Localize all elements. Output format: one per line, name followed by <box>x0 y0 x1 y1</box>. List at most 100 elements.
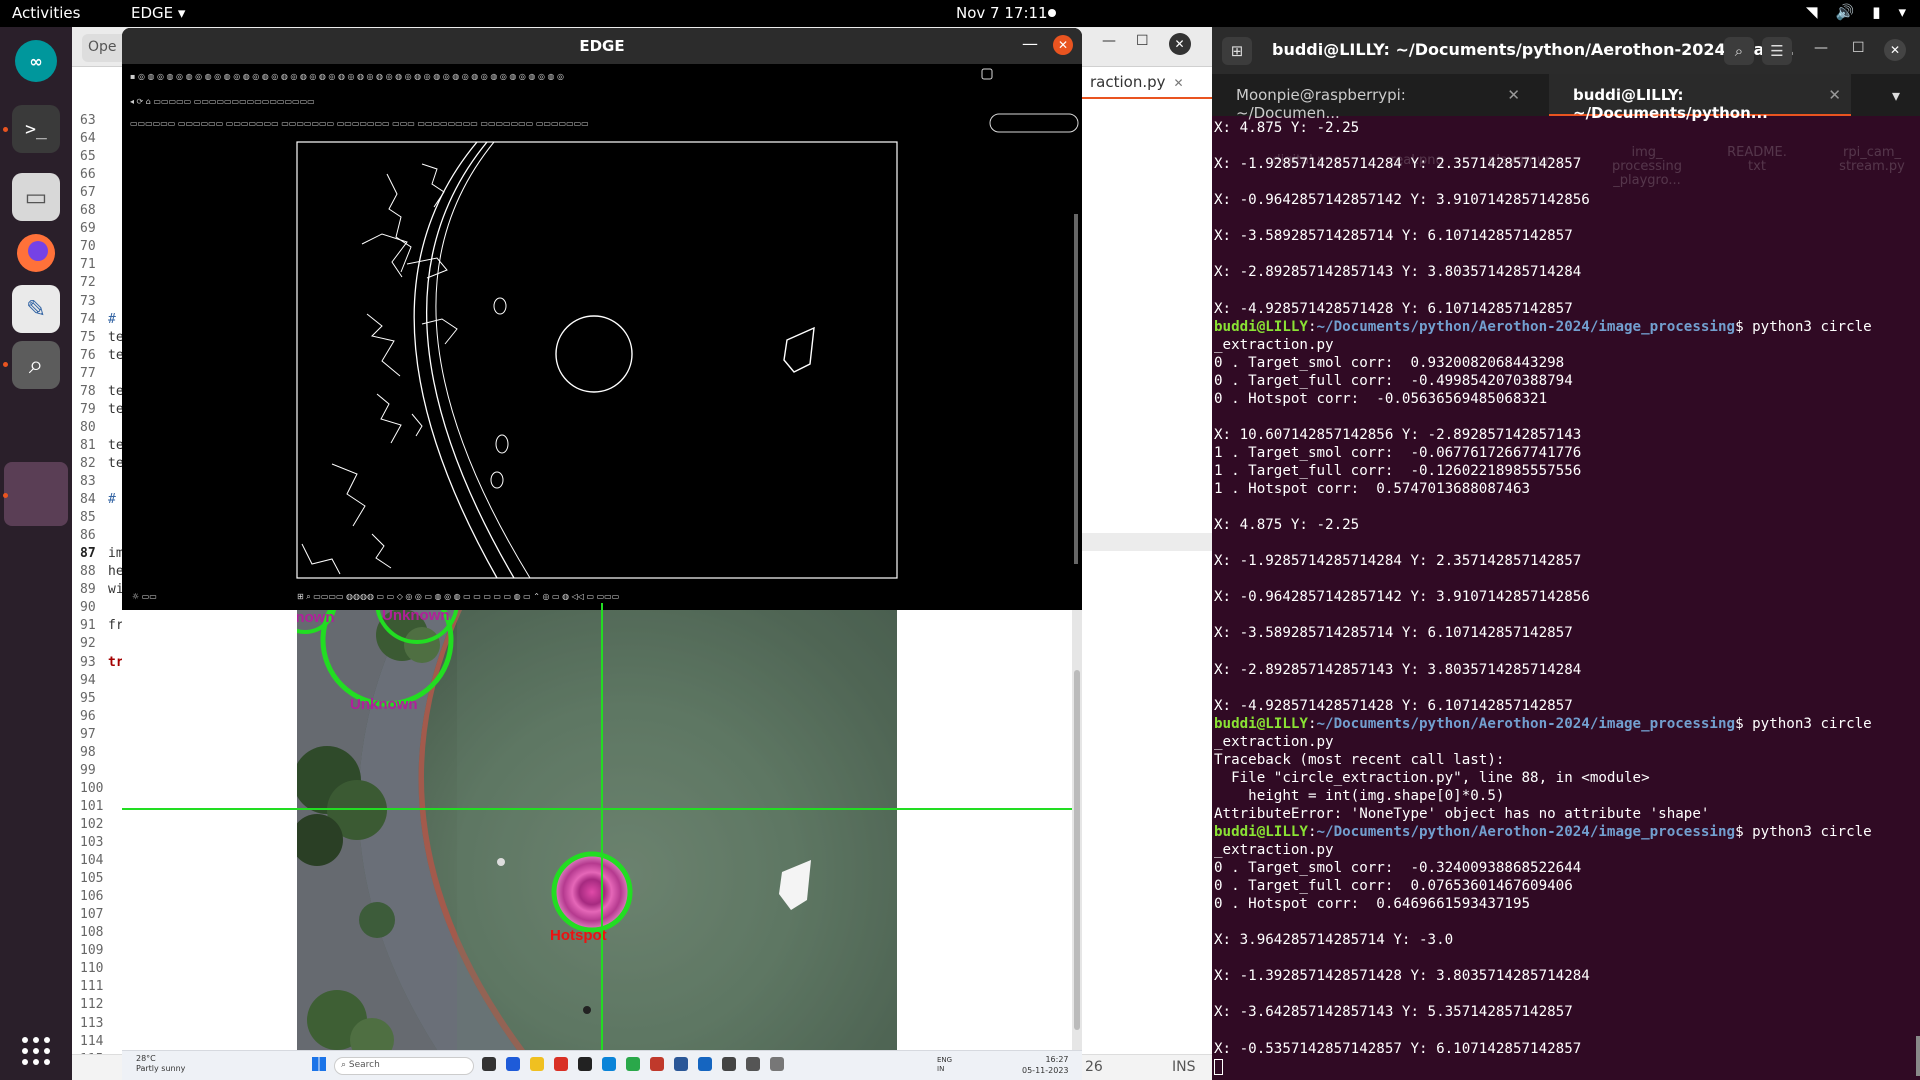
svg-text:▭▭▭▭▭▭ ▭▭▭▭▭▭ ▭▭▭▭▭▭▭ ▭▭▭▭▭: ▭▭▭▭▭▭ ▭▭▭▭▭▭ ▭▭▭▭▭▭▭ ▭▭▭▭▭▭▭ ▭▭▭▭▭▭▭ ▭▭… <box>130 119 589 128</box>
scrollbar-thumb[interactable] <box>1074 670 1080 1030</box>
app-icon[interactable] <box>602 1057 616 1071</box>
volume-icon[interactable]: 🔊 <box>1836 3 1855 21</box>
close-icon[interactable]: ✕ <box>1828 86 1841 104</box>
minimize-button[interactable]: — <box>1102 33 1116 55</box>
app-icon[interactable] <box>530 1057 544 1071</box>
app-icon[interactable] <box>770 1057 784 1071</box>
terminal-window: ⊞ buddi@LILLY: ~/Documents/python/Aeroth… <box>1212 27 1920 1080</box>
arduino-icon[interactable]: ∞ <box>12 37 60 85</box>
terminal-output-line: X: -0.5357142857142857 Y: 6.107142857142… <box>1214 1040 1582 1057</box>
app-icon[interactable] <box>506 1057 520 1071</box>
prompt-command: $ python3 circle <box>1735 715 1872 732</box>
close-button[interactable]: ✕ <box>1053 35 1073 55</box>
feed-scrollbar[interactable] <box>1072 610 1082 1050</box>
window-title: EDGE <box>579 37 625 55</box>
prompt-path: ~/Documents/python/Aerothon-2024/image_p… <box>1316 823 1736 840</box>
app-menu[interactable]: EDGE ▾ <box>131 4 185 22</box>
line-number: 79 <box>80 401 96 417</box>
terminal-output-line: X: -2.892857142857143 Y: 3.8035714285714… <box>1214 264 1582 281</box>
app-icon[interactable] <box>674 1057 688 1071</box>
terminal-output-line: X: -3.642857142857143 Y: 5.3571428571428… <box>1214 1004 1573 1021</box>
running-indicator-2 <box>3 362 8 367</box>
terminal-output-line: X: -0.9642857142857142 Y: 3.910714285714… <box>1214 589 1590 606</box>
weather-widget[interactable]: 28°C Partly sunny <box>136 1054 185 1074</box>
maximize-button[interactable]: ☐ <box>1136 33 1149 55</box>
line-number: 113 <box>80 1015 104 1031</box>
close-icon[interactable]: ✕ <box>1174 76 1184 90</box>
terminal-output-line: 1 . Target_smol corr: -0.067761726677417… <box>1214 444 1582 461</box>
text-editor-icon[interactable]: ✎ <box>12 285 60 333</box>
line-number: 72 <box>80 275 96 291</box>
clock[interactable]: Nov 7 17:11 <box>956 4 1048 22</box>
chevron-down-icon[interactable]: ▾ <box>1898 3 1906 21</box>
app-icon[interactable] <box>650 1057 664 1071</box>
unknown-label-1: Unknown <box>297 610 335 626</box>
language-indicator[interactable]: ENG IN <box>937 1056 952 1074</box>
lang-code: ENG <box>937 1056 953 1064</box>
windows-start-icon[interactable] <box>312 1057 326 1071</box>
line-number: 98 <box>80 744 96 760</box>
scrollbar-thumb[interactable] <box>1916 1036 1920 1076</box>
terminal-output[interactable]: digital.png real.png playgroun... img_ proc… <box>1212 116 1920 1080</box>
app-icon[interactable] <box>698 1057 712 1071</box>
terminal-output-line: 0 . Target_smol corr: -0.324009388685226… <box>1214 860 1582 877</box>
tabs-dropdown-icon[interactable]: ▾ <box>1892 86 1900 105</box>
activities-button[interactable]: Activities <box>12 4 80 22</box>
terminal-output-line: X: -0.9642857142857142 Y: 3.910714285714… <box>1214 192 1590 209</box>
unknown-label-3: Unknown <box>350 696 418 713</box>
insert-mode-status[interactable]: INS <box>1172 1059 1196 1075</box>
app-icon[interactable] <box>626 1057 640 1071</box>
minimize-button[interactable]: — <box>1814 40 1828 56</box>
close-button[interactable]: ✕ <box>1884 39 1906 61</box>
new-tab-button[interactable]: ⊞ <box>1222 37 1252 65</box>
search-icon[interactable]: ⌕ <box>12 341 60 389</box>
taskbar-clock[interactable]: 16:27 05-11-2023 <box>1022 1054 1069 1076</box>
terminal-output-line: 0 . Target_smol corr: 0.9320082068443298 <box>1214 354 1565 371</box>
terminal-output-line: AttributeError: 'NoneType' object has no… <box>1214 805 1710 822</box>
app-icon[interactable] <box>578 1057 592 1071</box>
terminal-title: buddi@LILLY: ~/Documents/python/Aerothon… <box>1272 40 1795 59</box>
search-button[interactable]: ⌕ <box>1724 37 1754 65</box>
top-bar: Activities EDGE ▾ Nov 7 17:11 ◥ 🔊 ▮ ▾ <box>0 0 1920 27</box>
tab-circle-extraction[interactable]: raction.py ✕ <box>1082 67 1212 99</box>
terminal-scrollbar[interactable] <box>1916 116 1920 1080</box>
edge-titlebar[interactable]: EDGE — ✕ <box>122 28 1082 64</box>
app-icon[interactable] <box>722 1057 736 1071</box>
code-fragment[interactable]: # <box>108 492 116 507</box>
terminal-output-line: 0 . Hotspot corr: -0.05636569485068321 <box>1214 390 1548 407</box>
line-number-status[interactable]: 26 <box>1085 1059 1103 1075</box>
terminal-output-line: X: 3.964285714285714 Y: -3.0 <box>1214 932 1454 949</box>
app-grid-icon[interactable] <box>12 1027 60 1075</box>
firefox-icon[interactable] <box>12 229 60 277</box>
line-number: 67 <box>80 185 96 201</box>
faded-desktop-file-label: rpi_cam_ stream.py <box>1839 145 1905 174</box>
line-number: 111 <box>80 979 104 995</box>
taskbar-search[interactable]: ⌕ Search <box>334 1057 474 1075</box>
app-icon[interactable] <box>554 1057 568 1071</box>
tab-lilly[interactable]: buddi@LILLY: ~/Documents/python... ✕ <box>1549 74 1851 122</box>
faded-desktop-file-label: README. txt <box>1727 145 1787 174</box>
terminal-headerbar[interactable]: ⊞ buddi@LILLY: ~/Documents/python/Aeroth… <box>1212 27 1920 74</box>
app-icon[interactable] <box>746 1057 760 1071</box>
svg-text:⊞ ⌕ ▭▭▭▭ ◍◍◍◍ ▭ ▭ ◇ ◎ ◎: ⊞ ⌕ ▭▭▭▭ ◍◍◍◍ ▭ ▭ ◇ ◎ ◎ ▭ ◍ ◎ ◍ ▭ ▭ ▭ ▭ … <box>297 592 619 601</box>
line-number: 86 <box>80 528 96 544</box>
files-icon[interactable]: ▭ <box>12 173 60 221</box>
maximize-button[interactable]: ☐ <box>1852 40 1865 56</box>
close-icon[interactable]: ✕ <box>1507 86 1520 104</box>
terminal-output-line: X: 10.607142857142856 Y: -2.892857142857… <box>1214 426 1582 443</box>
line-number: 110 <box>80 961 104 977</box>
app-icon[interactable] <box>482 1057 496 1071</box>
search-icon: ⌕ <box>341 1060 349 1070</box>
tab-raspberrypi[interactable]: Moonpie@raspberrypi: ~/Documen... ✕ <box>1212 74 1530 122</box>
wifi-icon[interactable]: ◥ <box>1806 3 1818 21</box>
minimize-button[interactable]: — <box>1022 34 1038 53</box>
terminal-icon[interactable]: >_ <box>12 105 60 153</box>
code-fragment[interactable]: # <box>108 312 116 327</box>
menu-button[interactable]: ☰ <box>1762 37 1792 65</box>
taskbar-time: 16:27 <box>1045 1055 1069 1064</box>
system-tray[interactable]: ◥ 🔊 ▮ ▾ <box>1806 3 1906 21</box>
battery-icon[interactable]: ▮ <box>1872 3 1880 21</box>
screen-toolbar-row1 <box>132 70 952 71</box>
close-button[interactable]: ✕ <box>1168 33 1191 55</box>
terminal-output-line: X: -1.9285714285714284 Y: 2.357142857142… <box>1214 156 1582 173</box>
